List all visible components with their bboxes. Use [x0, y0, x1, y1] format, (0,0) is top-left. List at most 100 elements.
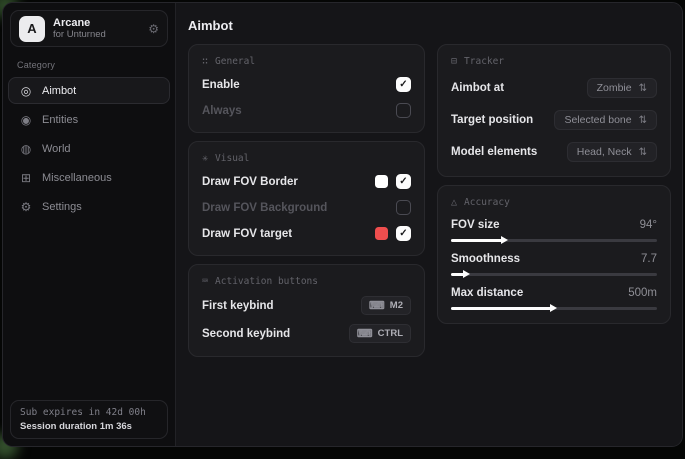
entities-icon: ◉	[19, 113, 33, 127]
setting-label: FOV size	[451, 219, 500, 231]
main-content: Aimbot ∷ General Enable ✓ A	[176, 3, 683, 446]
accuracy-card-title: Accuracy	[464, 197, 510, 208]
color-swatch-white[interactable]	[375, 175, 388, 188]
general-card-header: ∷ General	[202, 56, 411, 67]
page-title: Aimbot	[176, 3, 683, 44]
setting-row-fov-size: FOV size 94°	[451, 219, 657, 242]
slider-fill	[451, 273, 467, 276]
setting-label: Model elements	[451, 146, 537, 158]
expand-icon: ⇅	[639, 115, 647, 126]
keyboard-icon: ⌨	[357, 327, 373, 340]
setting-row-first-keybind: First keybind ⌨ M2	[202, 296, 411, 315]
visual-card-header: ✳ Visual	[202, 153, 411, 164]
category-label: Category	[17, 60, 161, 70]
subscription-info: Sub expires in 42d 00h Session duration …	[10, 400, 168, 439]
sidebar-item-aimbot[interactable]: ◎ Aimbot	[8, 77, 170, 104]
app-window: A Arcane for Unturned ⚙ Category ◎ Aimbo…	[2, 2, 683, 447]
fov-target-checkbox[interactable]: ✓	[396, 226, 411, 241]
enable-checkbox[interactable]: ✓	[396, 77, 411, 92]
sidebar-item-label: Miscellaneous	[42, 172, 112, 184]
setting-row-max-distance: Max distance 500m	[451, 287, 657, 310]
dropdown-value: Zombie	[597, 82, 632, 94]
setting-row-model-elements: Model elements Head, Neck ⇅	[451, 141, 657, 163]
slider-fill	[451, 239, 505, 242]
setting-label: Max distance	[451, 287, 523, 299]
accuracy-card-header: △ Accuracy	[451, 197, 657, 208]
sidebar-item-label: World	[42, 143, 71, 155]
activation-card-header: ⌨ Activation buttons	[202, 276, 411, 287]
tracker-card-title: Tracker	[464, 56, 504, 67]
setting-row-aimbot-at: Aimbot at Zombie ⇅	[451, 77, 657, 99]
gear-icon[interactable]: ⚙	[148, 22, 159, 36]
brand-header: A Arcane for Unturned ⚙	[10, 10, 168, 47]
visual-card-title: Visual	[215, 153, 249, 164]
settings-icon: ⚙	[19, 200, 33, 214]
setting-row-fov-target: Draw FOV target ✓	[202, 225, 411, 242]
color-swatch-red[interactable]	[375, 227, 388, 240]
sidebar-item-miscellaneous[interactable]: ⊞ Miscellaneous	[8, 164, 170, 191]
setting-row-enable: Enable ✓	[202, 76, 411, 93]
max-distance-value: 500m	[628, 287, 657, 299]
brand-subtitle: for Unturned	[53, 29, 106, 40]
right-column: ⊟ Tracker Aimbot at Zombie ⇅ Target posi…	[437, 44, 671, 324]
first-keybind-button[interactable]: ⌨ M2	[361, 296, 411, 315]
grid-icon: ⊞	[19, 171, 33, 185]
tracker-card: ⊟ Tracker Aimbot at Zombie ⇅ Target posi…	[437, 44, 671, 177]
fov-border-checkbox[interactable]: ✓	[396, 174, 411, 189]
smoothness-value: 7.7	[641, 253, 657, 265]
sidebar-item-label: Entities	[42, 114, 78, 126]
sidebar-item-label: Settings	[42, 201, 82, 213]
sidebar-item-label: Aimbot	[42, 85, 76, 97]
crosshair-icon: ◎	[19, 84, 33, 98]
sidebar-item-world[interactable]: ◍ World	[8, 135, 170, 162]
sidebar-item-entities[interactable]: ◉ Entities	[8, 106, 170, 133]
general-card-title: General	[215, 56, 255, 67]
sidebar-nav: ◎ Aimbot ◉ Entities ◍ World ⊞ Miscellane…	[3, 77, 175, 221]
setting-label: Always	[202, 105, 242, 117]
keyboard-icon: ⌨	[369, 299, 385, 312]
dropdown-value: Selected bone	[564, 114, 631, 126]
model-elements-dropdown[interactable]: Head, Neck ⇅	[567, 142, 657, 162]
aimbot-at-dropdown[interactable]: Zombie ⇅	[587, 78, 657, 98]
accuracy-card: △ Accuracy FOV size 94°	[437, 185, 671, 324]
tracker-card-header: ⊟ Tracker	[451, 56, 657, 67]
sidebar-item-settings[interactable]: ⚙ Settings	[8, 193, 170, 220]
max-distance-slider[interactable]	[451, 307, 657, 310]
setting-row-fov-border: Draw FOV Border ✓	[202, 173, 411, 190]
activation-card: ⌨ Activation buttons First keybind ⌨ M2	[188, 264, 425, 357]
fov-background-checkbox[interactable]	[396, 200, 411, 215]
activation-card-title: Activation buttons	[215, 276, 318, 287]
always-checkbox[interactable]	[396, 103, 411, 118]
setting-row-second-keybind: Second keybind ⌨ CTRL	[202, 324, 411, 343]
session-duration-text: Session duration 1m 36s	[20, 421, 158, 432]
keyboard-icon: ⌨	[202, 276, 208, 287]
sub-expiry-text: Sub expires in 42d 00h	[20, 407, 158, 418]
visual-icon: ✳	[202, 153, 208, 164]
smoothness-slider[interactable]	[451, 273, 657, 276]
target-position-dropdown[interactable]: Selected bone ⇅	[554, 110, 657, 130]
globe-icon: ◍	[19, 142, 33, 156]
keybind-value: M2	[390, 300, 403, 311]
setting-row-fov-background: Draw FOV Background	[202, 199, 411, 216]
general-card: ∷ General Enable ✓ Always	[188, 44, 425, 133]
keybind-value: CTRL	[378, 328, 403, 339]
setting-label: Target position	[451, 114, 533, 126]
setting-row-always: Always	[202, 102, 411, 119]
second-keybind-button[interactable]: ⌨ CTRL	[349, 324, 411, 343]
visual-card: ✳ Visual Draw FOV Border ✓ Draw FOV Back…	[188, 141, 425, 256]
fov-size-slider[interactable]	[451, 239, 657, 242]
expand-icon: ⇅	[639, 147, 647, 158]
sidebar: A Arcane for Unturned ⚙ Category ◎ Aimbo…	[3, 3, 176, 446]
dropdown-value: Head, Neck	[577, 146, 632, 158]
setting-label: Aimbot at	[451, 82, 504, 94]
slider-fill	[451, 307, 554, 310]
tracker-icon: ⊟	[451, 56, 457, 67]
accuracy-icon: △	[451, 197, 457, 208]
setting-label: Draw FOV Border	[202, 176, 298, 188]
setting-label: Draw FOV Background	[202, 202, 327, 214]
general-icon: ∷	[202, 56, 208, 67]
setting-label: Second keybind	[202, 328, 290, 340]
setting-row-target-position: Target position Selected bone ⇅	[451, 109, 657, 131]
brand-text: Arcane for Unturned	[53, 17, 106, 40]
brand-logo: A	[19, 16, 45, 42]
